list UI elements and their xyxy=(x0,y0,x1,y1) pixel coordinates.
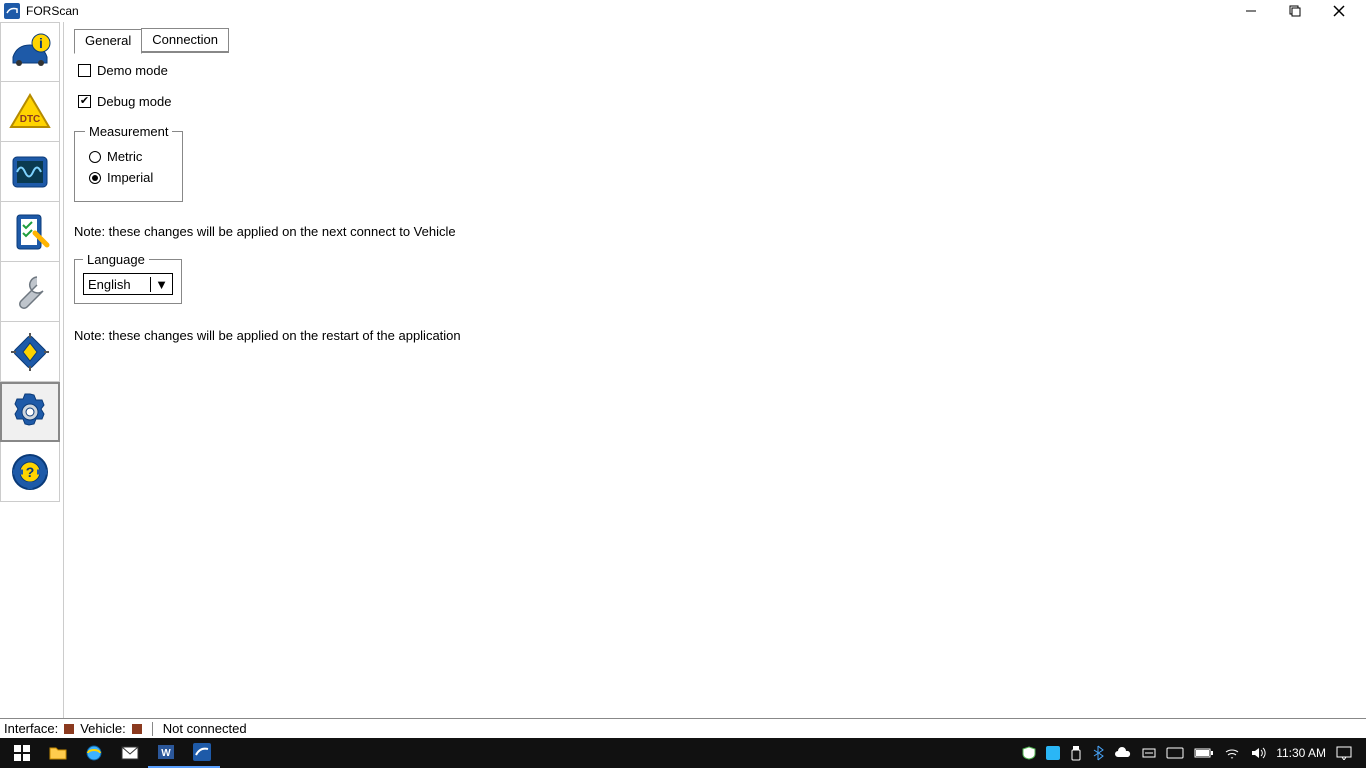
close-button[interactable] xyxy=(1324,0,1354,22)
status-connection: Not connected xyxy=(163,721,247,736)
tray-shield-icon[interactable] xyxy=(1022,746,1036,760)
sidebar-item-settings[interactable] xyxy=(0,382,60,442)
wrench-icon xyxy=(7,269,53,315)
window-title: FORScan xyxy=(26,4,79,18)
vehicle-indicator-icon xyxy=(132,724,142,734)
tab-connection[interactable]: Connection xyxy=(141,28,229,53)
sidebar-item-help[interactable]: ? xyxy=(0,442,60,502)
checkbox-demo[interactable] xyxy=(78,64,91,77)
tray-action-center-icon[interactable] xyxy=(1336,746,1352,760)
sidebar-item-vehicle-info[interactable]: i xyxy=(0,22,60,82)
debug-mode-label: Debug mode xyxy=(97,94,171,109)
maximize-button[interactable] xyxy=(1280,0,1310,22)
tray-battery-icon[interactable] xyxy=(1194,747,1214,759)
imperial-label: Imperial xyxy=(107,170,153,185)
radio-imperial-row[interactable]: Imperial xyxy=(89,170,172,185)
app-icon xyxy=(4,3,20,19)
note-connect: Note: these changes will be applied on t… xyxy=(74,224,1356,239)
tab-bar: General Connection xyxy=(74,28,1356,53)
metric-label: Metric xyxy=(107,149,142,164)
folder-icon xyxy=(49,745,67,761)
tray-network-icon[interactable] xyxy=(1142,746,1156,760)
dropdown-arrow-icon: ▼ xyxy=(150,277,168,292)
minimize-button[interactable] xyxy=(1236,0,1266,22)
forscan-taskbar-icon xyxy=(193,743,211,761)
tray-volume-icon[interactable] xyxy=(1250,746,1266,760)
tray-onedrive-icon[interactable] xyxy=(1114,747,1132,759)
work-area: i DTC xyxy=(0,22,1366,718)
oscilloscope-icon xyxy=(7,149,53,195)
windows-taskbar: W 11:30 AM xyxy=(0,738,1366,768)
status-divider xyxy=(152,722,153,736)
status-bar: Interface: Vehicle: Not connected xyxy=(0,718,1366,738)
svg-text:W: W xyxy=(161,748,171,759)
steering-help-icon: ? xyxy=(7,449,53,495)
car-info-icon: i xyxy=(7,29,53,75)
sidebar-item-chip[interactable] xyxy=(0,322,60,382)
taskbar-ie[interactable] xyxy=(76,738,112,768)
status-interface-label: Interface: xyxy=(4,721,58,736)
taskbar-mail[interactable] xyxy=(112,738,148,768)
taskbar-forscan[interactable] xyxy=(184,738,220,768)
taskbar-word[interactable]: W xyxy=(148,738,184,768)
language-select[interactable]: English ▼ xyxy=(83,273,173,295)
tray-bluetooth-icon[interactable] xyxy=(1092,745,1104,761)
option-demo-mode[interactable]: Demo mode xyxy=(78,63,1356,78)
title-bar: FORScan xyxy=(0,0,1366,22)
checkbox-debug[interactable]: ✔ xyxy=(78,95,91,108)
tray-app-icon[interactable] xyxy=(1046,746,1060,760)
start-button[interactable] xyxy=(4,738,40,768)
measurement-legend: Measurement xyxy=(85,124,172,139)
system-tray: 11:30 AM xyxy=(1022,745,1362,761)
mail-icon xyxy=(121,746,139,760)
svg-text:i: i xyxy=(39,35,43,51)
sidebar-item-dtc[interactable]: DTC xyxy=(0,82,60,142)
measurement-fieldset: Measurement Metric Imperial xyxy=(74,131,183,202)
content-pane: General Connection Demo mode ✔ Debug mod… xyxy=(64,22,1366,718)
svg-text:?: ? xyxy=(26,464,35,480)
status-vehicle-label: Vehicle: xyxy=(80,721,126,736)
note-restart: Note: these changes will be applied on t… xyxy=(74,328,1356,343)
word-icon: W xyxy=(157,743,175,761)
tray-wifi-icon[interactable] xyxy=(1224,746,1240,760)
interface-indicator-icon xyxy=(64,724,74,734)
language-legend: Language xyxy=(83,252,149,267)
chip-icon xyxy=(7,329,53,375)
option-debug-mode[interactable]: ✔ Debug mode xyxy=(78,94,1356,109)
clipboard-check-icon xyxy=(7,209,53,255)
language-value: English xyxy=(88,277,131,292)
sidebar-item-tests[interactable] xyxy=(0,202,60,262)
ie-icon xyxy=(85,744,103,762)
window-controls xyxy=(1236,0,1362,22)
gear-icon xyxy=(7,389,53,435)
sidebar-item-live-data[interactable] xyxy=(0,142,60,202)
tray-keyboard-icon[interactable] xyxy=(1166,747,1184,759)
tab-general[interactable]: General xyxy=(74,29,142,54)
radio-metric-row[interactable]: Metric xyxy=(89,149,172,164)
svg-text:DTC: DTC xyxy=(20,114,41,125)
windows-icon xyxy=(14,745,30,761)
sidebar-item-service[interactable] xyxy=(0,262,60,322)
sidebar: i DTC xyxy=(0,22,64,718)
radio-metric[interactable] xyxy=(89,151,101,163)
dtc-warning-icon: DTC xyxy=(7,89,53,135)
language-fieldset: Language English ▼ xyxy=(74,259,182,304)
tray-usb-icon[interactable] xyxy=(1070,745,1082,761)
radio-imperial[interactable] xyxy=(89,172,101,184)
taskbar-file-explorer[interactable] xyxy=(40,738,76,768)
tray-clock[interactable]: 11:30 AM xyxy=(1276,746,1326,760)
demo-mode-label: Demo mode xyxy=(97,63,168,78)
